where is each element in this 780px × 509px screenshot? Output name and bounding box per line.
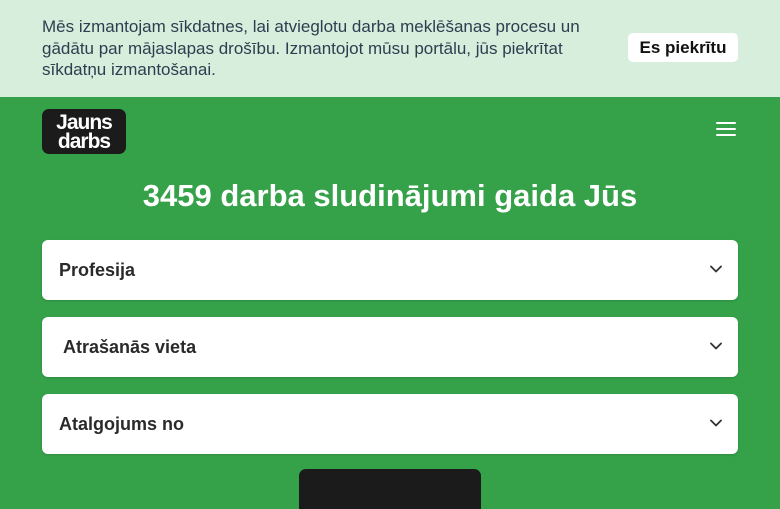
chevron-down-icon xyxy=(710,342,722,350)
chevron-down-icon xyxy=(710,419,722,427)
cookie-notice-text: Mēs izmantojam sīkdatnes, lai atvieglotu… xyxy=(42,17,580,79)
profession-select[interactable]: Profesija xyxy=(42,240,738,300)
page-title: 3459 darba sludinājumi gaida Jūs xyxy=(142,178,638,213)
chevron-down-icon xyxy=(710,265,722,273)
salary-from-select[interactable]: Atalgojums no xyxy=(42,394,738,454)
search-button[interactable] xyxy=(299,469,481,509)
location-select[interactable]: Atrašanās vieta xyxy=(42,317,738,377)
logo-text-line2: darbs xyxy=(57,130,111,153)
profession-select-label: Profesija xyxy=(59,260,136,280)
accept-cookies-button[interactable]: Es piekrītu xyxy=(628,33,738,62)
hamburger-menu-icon[interactable] xyxy=(712,118,740,140)
salary-from-select-label: Atalgojums no xyxy=(59,414,184,434)
site-logo[interactable]: Jauns darbs xyxy=(42,109,126,154)
location-select-label: Atrašanās vieta xyxy=(63,337,197,357)
cookie-banner: Mēs izmantojam sīkdatnes, lai atvieglotu… xyxy=(0,0,780,97)
